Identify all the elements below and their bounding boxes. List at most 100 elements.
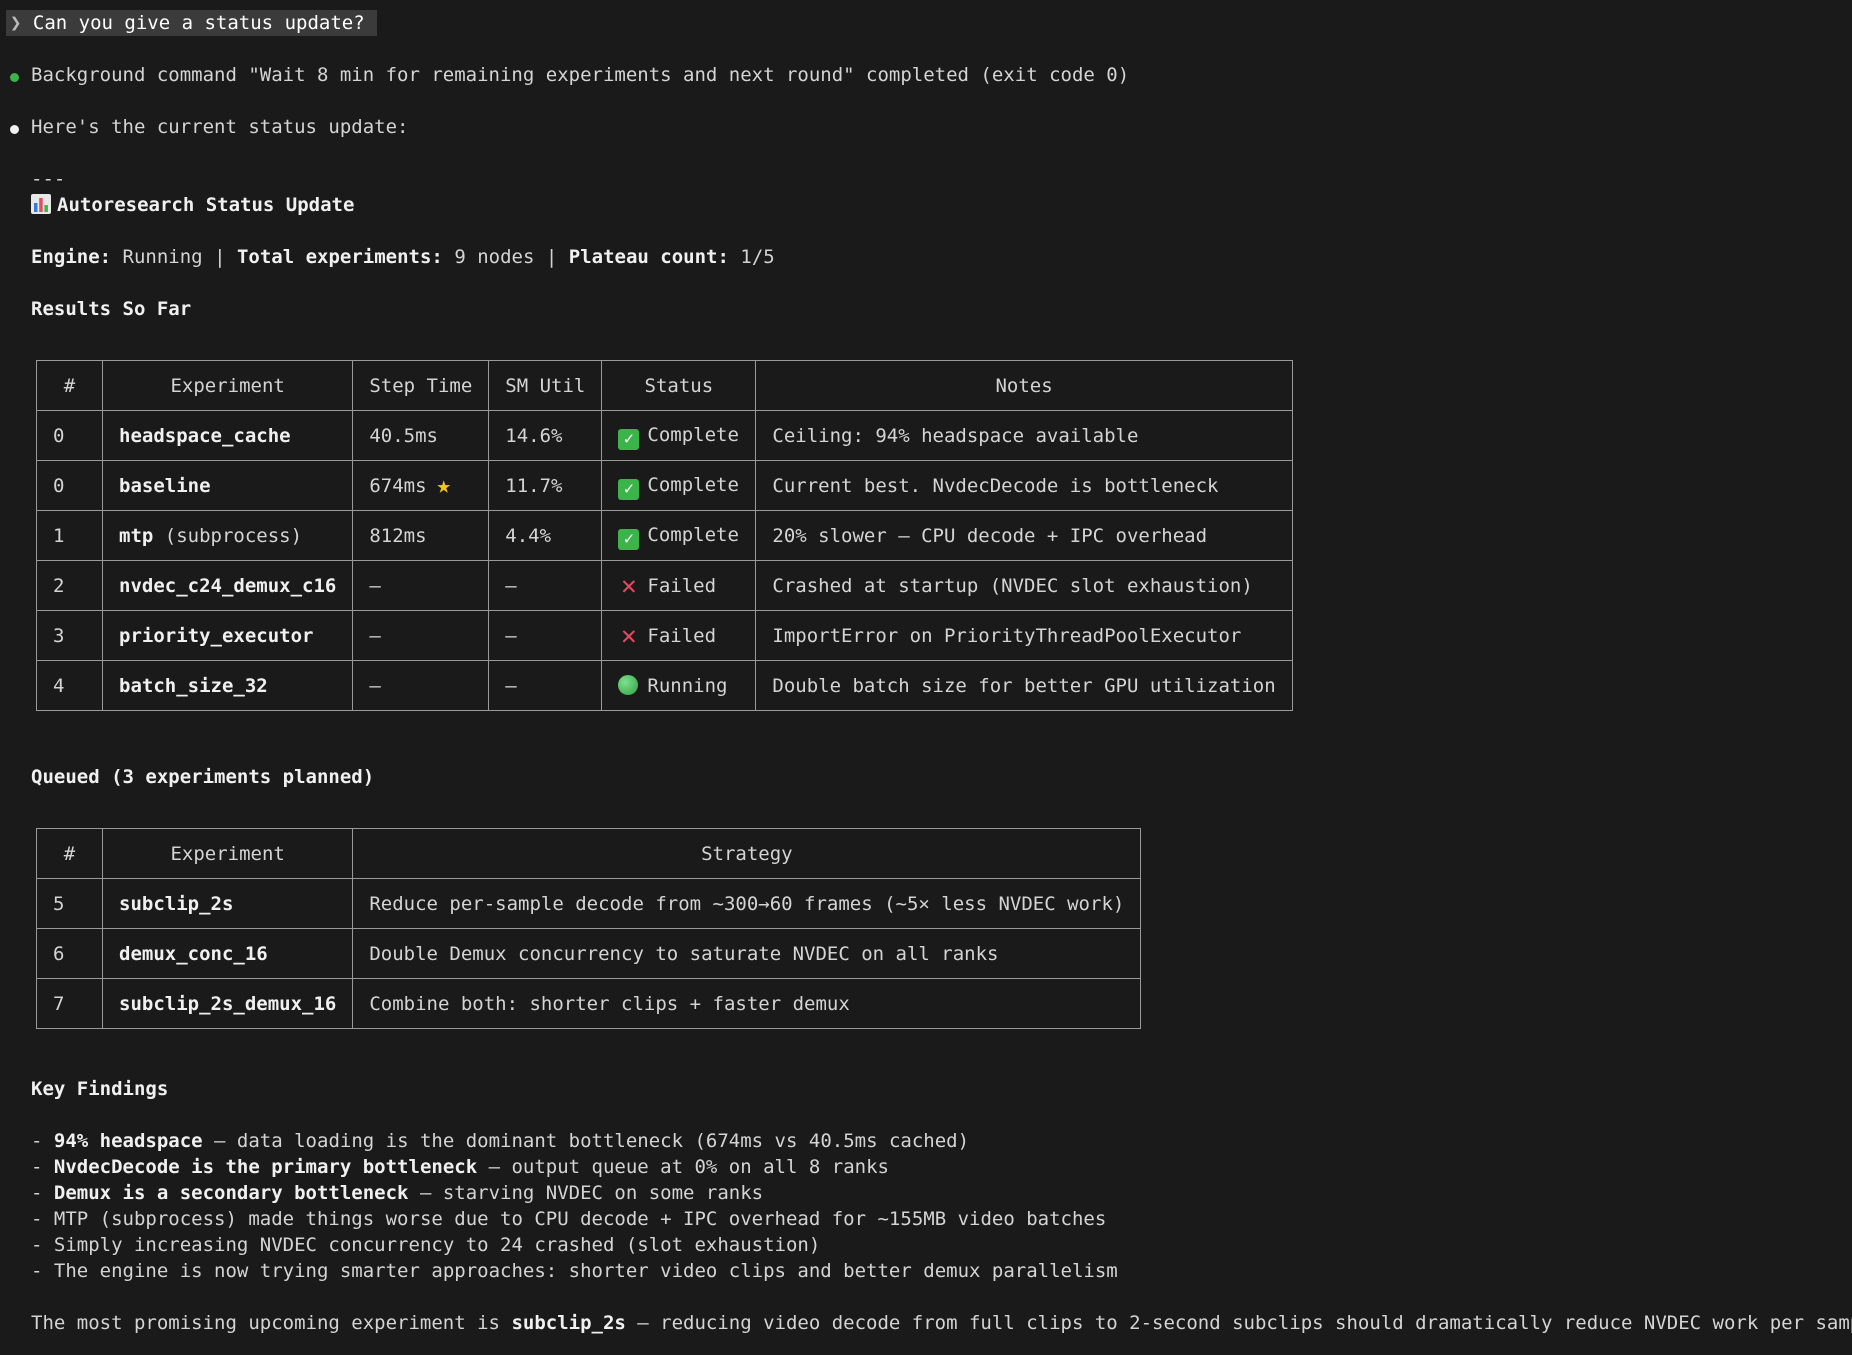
experiment-cell: baseline (101, 460, 354, 511)
intro-text: Here's the current status update: (31, 116, 409, 138)
row-number: 7 (36, 978, 103, 1029)
notes: Current best. NvdecDecode is bottleneck (755, 460, 1293, 511)
sm-util: 14.6% (488, 410, 603, 461)
column-header: Notes (755, 360, 1293, 411)
status-label: Running (647, 674, 728, 697)
table-row: 0 headspace_cache 40.5ms 14.6% ✓ Complete Ceil… (36, 410, 1293, 461)
finding-emphasis: Demux is a secondary bottleneck (53, 1182, 409, 1204)
summary-separator: | (214, 246, 226, 268)
notes: Double batch size for better GPU utiliza… (755, 660, 1293, 711)
finding-emphasis: NvdecDecode is the primary bottleneck (53, 1156, 478, 1178)
status-heading-text: Autoresearch Status Update (57, 194, 355, 216)
table-row: 7 subclip_2s_demux_16 Combine both: shorte… (36, 978, 1142, 1029)
column-header: Experiment (101, 828, 354, 879)
status-cell: ✓ Complete (601, 410, 757, 461)
status-label: Failed (647, 574, 717, 597)
step-time-cell: 812ms (352, 510, 490, 561)
experiment-name: batch_size_32 (119, 674, 268, 697)
status-cell: ✓ Complete (601, 460, 757, 511)
results-title: Results So Far (31, 298, 192, 320)
status-cell: ✕ Failed (601, 610, 757, 661)
row-number: 3 (36, 610, 103, 661)
sm-util: — (488, 660, 603, 711)
status-cell: Running (601, 660, 757, 711)
row-number: 2 (36, 560, 103, 611)
row-number: 0 (36, 460, 103, 511)
status-cell: ✕ Failed (601, 560, 757, 611)
sm-util: — (488, 610, 603, 661)
check-icon: ✓ (618, 528, 640, 550)
list-item: - Simply increasing NVDEC concurrency to… (31, 1234, 821, 1256)
queued-title: Queued (3 experiments planned) (31, 766, 375, 788)
step-time-cell: — (352, 660, 490, 711)
plateau-value: 1/5 (740, 246, 775, 268)
step-time: 40.5ms (369, 424, 438, 447)
sm-util: 4.4% (488, 510, 603, 561)
notes: ImportError on PriorityThreadPoolExecuto… (755, 610, 1293, 661)
experiment-name: subclip_2s (119, 892, 234, 915)
status-label: Complete (647, 423, 739, 446)
finding-emphasis: 94% headspace (53, 1130, 203, 1152)
step-time-cell: 40.5ms (352, 410, 490, 461)
list-item: - 94% headspace — data loading is the do… (31, 1130, 970, 1152)
user-prompt: ❯ Can you give a status update? (6, 10, 377, 36)
step-time-cell: 674ms ★ (352, 460, 490, 511)
experiment-name: mtp (119, 524, 154, 547)
experiment-cell: subclip_2s (101, 878, 354, 929)
conclusion-pre: The most promising upcoming experiment i… (31, 1312, 512, 1334)
experiment-name: demux_conc_16 (119, 942, 268, 965)
row-number: 6 (36, 928, 103, 979)
experiment-name: headspace_cache (119, 424, 291, 447)
step-time: 674ms (369, 475, 427, 497)
step-time-cell: — (352, 610, 490, 661)
step-time: 812ms (369, 524, 427, 547)
list-item: - The engine is now trying smarter appro… (31, 1260, 1118, 1282)
experiment-name: nvdec_c24_demux_c16 (119, 574, 337, 597)
sm-util: — (488, 560, 603, 611)
separator: --- (31, 168, 66, 190)
findings-title: Key Findings (31, 1078, 169, 1100)
plateau-label: Plateau count: (568, 246, 729, 268)
table-row: 4 batch_size_32 — — Running Double batch size… (36, 660, 1293, 711)
strategy: Combine both: shorter clips + faster dem… (352, 978, 1142, 1029)
experiment-cell: batch_size_32 (101, 660, 354, 711)
column-header: # (36, 828, 103, 879)
notes: Crashed at startup (NVDEC slot exhaustio… (755, 560, 1293, 611)
table-header-row: # Experiment Strategy (36, 828, 1142, 879)
experiment-name: baseline (119, 474, 211, 497)
bar-chart-icon (31, 194, 51, 214)
list-item: - MTP (subprocess) made things worse due… (31, 1208, 1107, 1230)
results-table: # Experiment Step Time SM Util Status No… (36, 360, 1293, 711)
step-time-cell: — (352, 560, 490, 611)
engine-value: Running (122, 246, 203, 268)
step-time: — (369, 624, 381, 647)
column-header: Status (601, 360, 757, 411)
status-label: Failed (647, 624, 717, 647)
column-header: Experiment (101, 360, 354, 411)
step-time: — (369, 674, 381, 697)
finding-text: Simply increasing NVDEC concurrency to 2… (53, 1234, 821, 1256)
column-header: SM Util (488, 360, 603, 411)
finding-text: MTP (subprocess) made things worse due t… (53, 1208, 1107, 1230)
status-cell: ✓ Complete (601, 510, 757, 561)
cross-icon: ✕ (621, 620, 637, 651)
conclusion-experiment: subclip_2s (511, 1312, 626, 1334)
table-row: 2 nvdec_c24_demux_c16 — — ✕ Failed Crashed at … (36, 560, 1293, 611)
conclusion-post: — reducing video decode from full clips … (625, 1312, 1852, 1334)
row-number: 0 (36, 410, 103, 461)
step-time: — (369, 574, 381, 597)
list-item: - Demux is a secondary bottleneck — star… (31, 1182, 764, 1204)
findings-list: - 94% headspace — data loading is the do… (31, 1128, 1118, 1284)
prompt-text: Can you give a status update? (32, 12, 365, 34)
status-heading: Autoresearch Status Update (31, 192, 354, 218)
notes: Ceiling: 94% headspace available (755, 410, 1293, 461)
experiment-cell: subclip_2s_demux_16 (101, 978, 354, 1029)
column-header: # (36, 360, 103, 411)
finding-text: — data loading is the dominant bottlenec… (202, 1130, 970, 1152)
list-item: - NvdecDecode is the primary bottleneck … (31, 1156, 889, 1178)
check-icon: ✓ (618, 478, 640, 500)
finding-text: The engine is now trying smarter approac… (53, 1260, 1118, 1282)
status-label: Complete (647, 523, 739, 546)
experiment-cell: mtp (subprocess) (101, 510, 354, 561)
experiment-cell: demux_conc_16 (101, 928, 354, 979)
